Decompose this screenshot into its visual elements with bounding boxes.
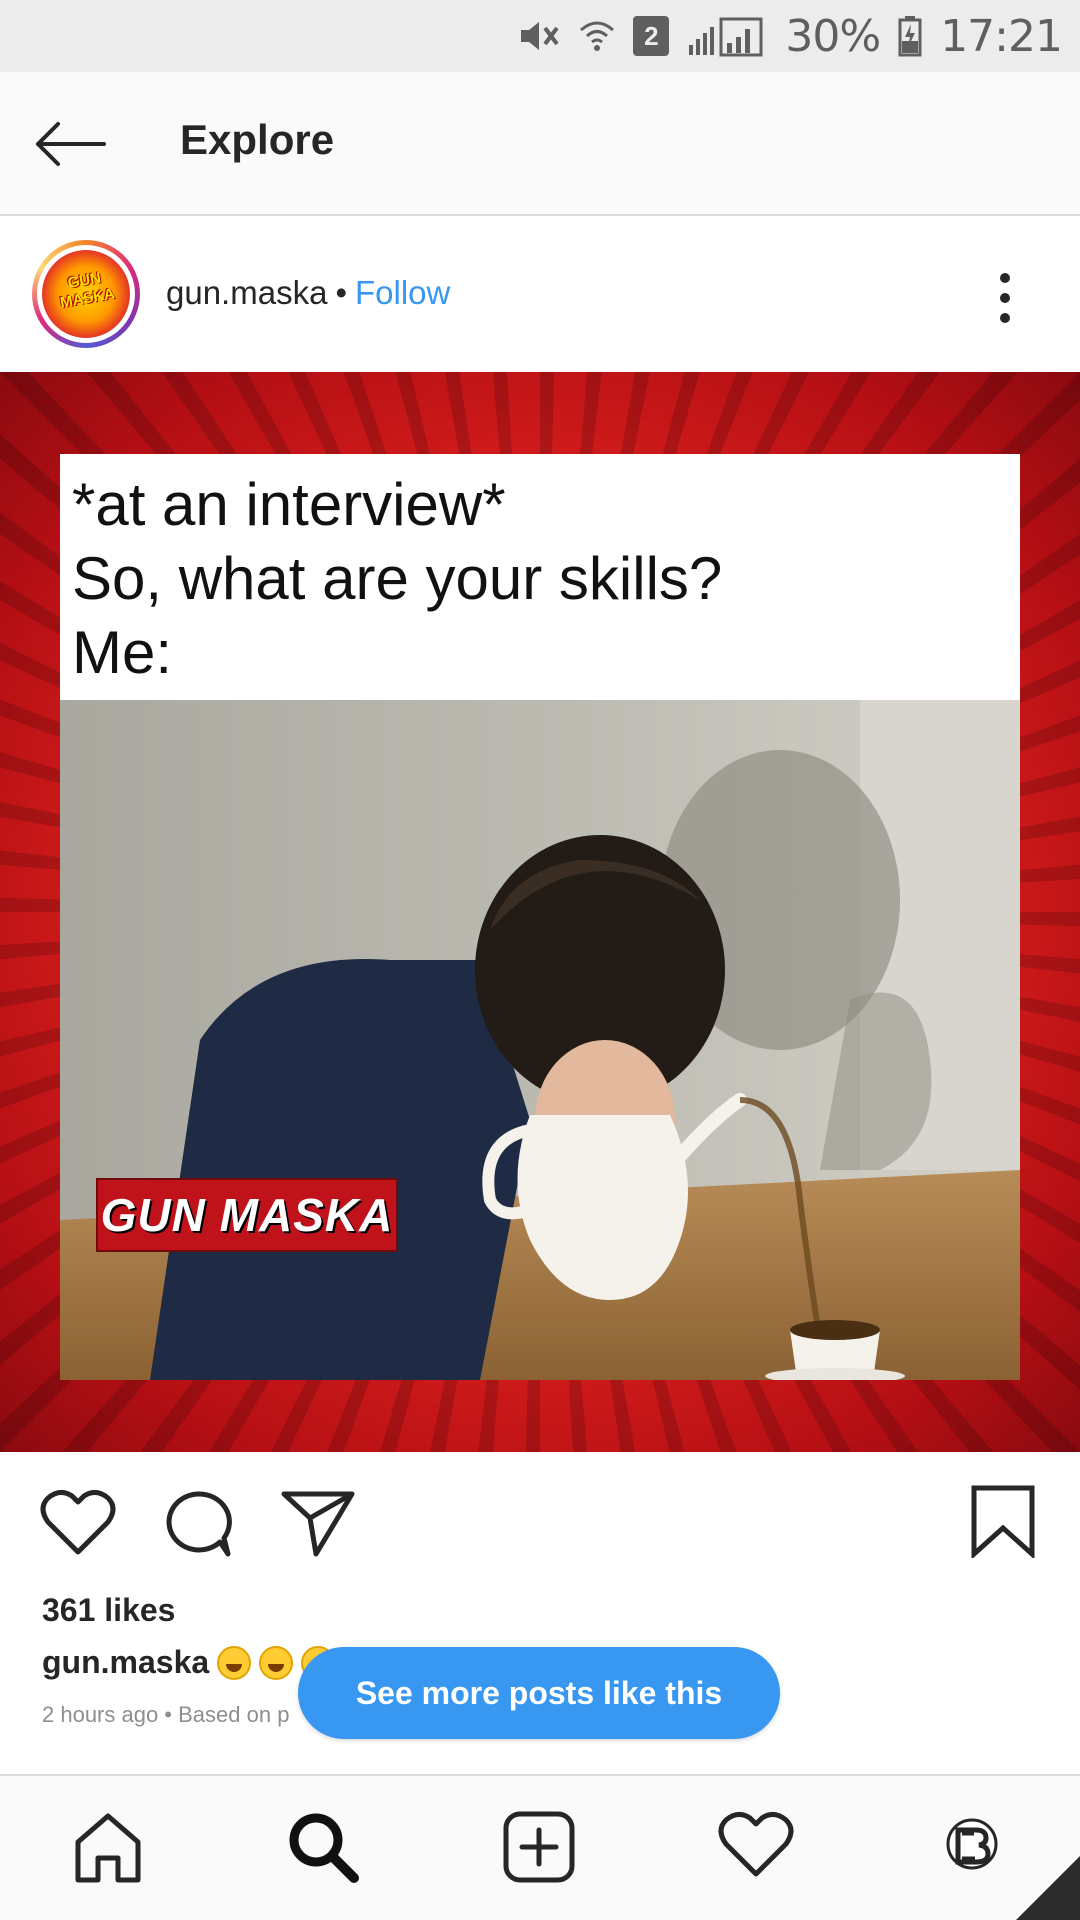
laughing-emoji-icon (217, 1645, 252, 1680)
like-button[interactable] (40, 1488, 116, 1563)
clock: 17:21 (940, 10, 1063, 62)
meme-line-3: Me: (72, 619, 173, 686)
battery-percent: 30% (785, 10, 881, 62)
top-nav: Explore (0, 72, 1080, 216)
heart-icon[interactable] (718, 1810, 794, 1880)
teapot-photo (60, 700, 1020, 1380)
bottom-nav (0, 1776, 1080, 1920)
signal-icon (687, 15, 767, 57)
avatar[interactable]: GUN MASKA (32, 240, 140, 348)
meme-photo: GUN MASKA (60, 700, 1020, 1380)
page-title: Explore (180, 116, 335, 163)
action-bar (0, 1452, 1080, 1592)
see-more-posts-button[interactable]: See more posts like this (298, 1647, 780, 1739)
meme-line-1: *at an interview* (72, 471, 506, 538)
watermark-text: GUN MASKA (100, 1189, 394, 1241)
status-bar: 2 30% 17:21 (0, 0, 1080, 72)
home-icon[interactable] (72, 1810, 144, 1884)
comment-icon[interactable] (162, 1488, 234, 1560)
tab-new-post[interactable] (502, 1810, 576, 1889)
tab-search[interactable] (286, 1810, 360, 1889)
add-post-icon[interactable] (502, 1810, 576, 1884)
avatar-image: GUN MASKA (42, 250, 130, 338)
sim-badge: 2 (633, 16, 670, 56)
heart-icon[interactable] (40, 1488, 116, 1558)
caption: gun.maska (42, 1644, 336, 1681)
avatar-logo-text: GUN MASKA (58, 269, 117, 312)
laughing-emoji-icon (259, 1645, 294, 1680)
send-icon[interactable] (280, 1488, 356, 1558)
more-vertical-icon[interactable] (990, 268, 1020, 328)
caption-username[interactable]: gun.maska (42, 1644, 209, 1681)
more-options-button[interactable] (990, 268, 1020, 328)
mute-icon (517, 16, 561, 56)
meme-text: *at an interview* So, what are your skil… (72, 468, 722, 690)
profile-icon[interactable] (946, 1816, 998, 1872)
meme-line-2: So, what are your skills? (72, 545, 723, 612)
watermark-logo: GUN MASKA (96, 1178, 398, 1252)
follow-button[interactable]: Follow (355, 274, 450, 311)
tab-activity[interactable] (718, 1810, 794, 1885)
likes-count[interactable]: 361 likes (42, 1592, 175, 1629)
post-header: GUN MASKA gun.maska • Follow (0, 216, 1080, 372)
post-meta: 2 hours ago • Based on p (42, 1702, 290, 1727)
tab-profile[interactable] (946, 1816, 998, 1877)
post-username[interactable]: gun.maska (166, 274, 327, 311)
meme-card: *at an interview* So, what are your skil… (60, 454, 1020, 1380)
bookmark-icon[interactable] (970, 1484, 1036, 1560)
back-button[interactable] (30, 112, 110, 176)
search-icon[interactable] (286, 1810, 360, 1884)
wifi-icon (579, 16, 615, 56)
comment-button[interactable] (162, 1488, 234, 1565)
share-button[interactable] (280, 1488, 356, 1563)
separator: • (335, 274, 347, 311)
post-image[interactable]: *at an interview* So, what are your skil… (0, 372, 1080, 1452)
corner-handle[interactable] (1016, 1856, 1080, 1920)
back-arrow-icon[interactable] (30, 112, 110, 176)
tab-home[interactable] (72, 1810, 144, 1889)
post-user-line: gun.maska • Follow (166, 274, 450, 312)
battery-icon (898, 15, 922, 57)
save-button[interactable] (970, 1484, 1036, 1563)
